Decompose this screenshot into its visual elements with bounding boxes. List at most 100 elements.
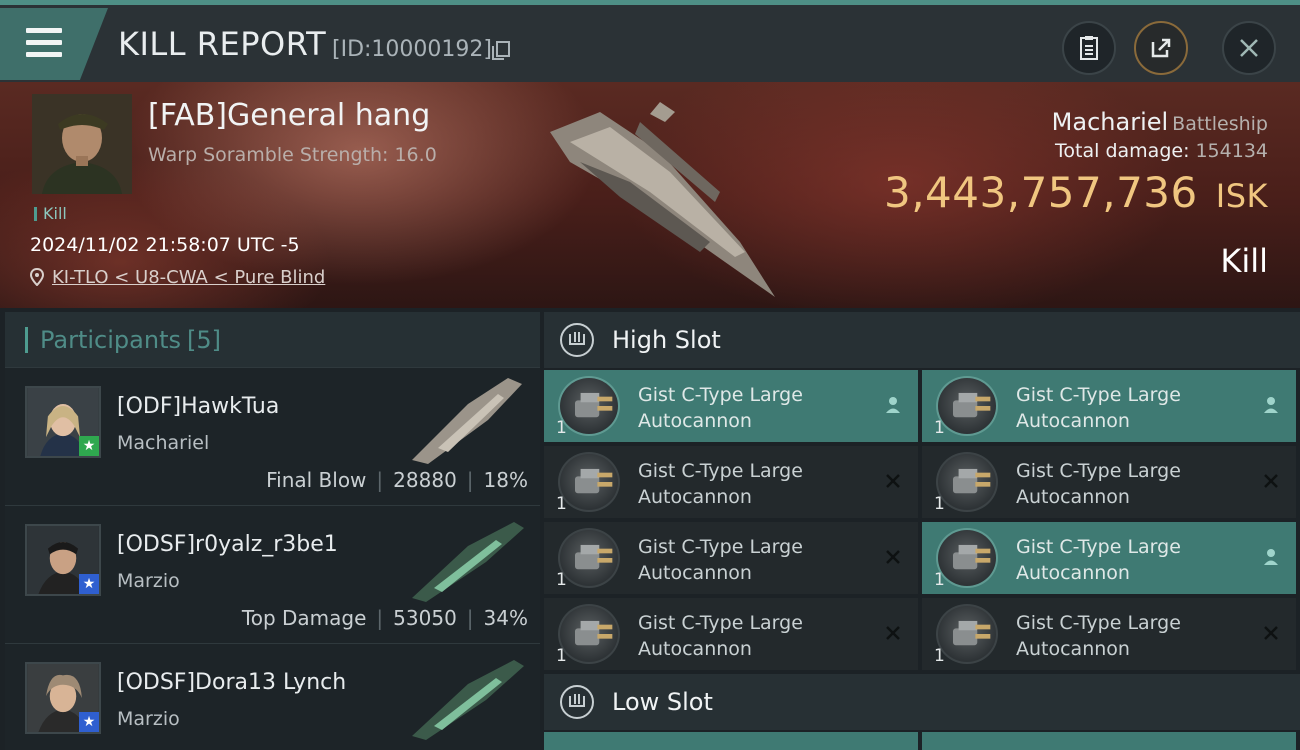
- kill-banner: [FAB]General hang Warp Soramble Strength…: [0, 82, 1300, 308]
- module-quantity: 1: [556, 494, 567, 514]
- participant-ship-image: [412, 522, 524, 602]
- participants-count: [5]: [186, 325, 221, 354]
- kill-tag: Kill: [34, 204, 67, 223]
- module-quantity: 1: [556, 646, 567, 666]
- module-name-line1: Gist C-Type Large: [1016, 384, 1181, 406]
- participant-name: [ODSF]r0yalz_r3be1: [117, 532, 338, 557]
- result-label: Kill: [1220, 242, 1268, 280]
- share-button[interactable]: [1134, 21, 1188, 75]
- copy-icon[interactable]: [491, 41, 510, 60]
- close-button[interactable]: [1222, 21, 1276, 75]
- low-slot-header: Low Slot: [544, 674, 1300, 730]
- participant-ship: Marzio: [117, 708, 180, 730]
- low-slot-module[interactable]: [544, 732, 918, 750]
- module-quantity: 1: [556, 418, 567, 438]
- module-name-line1: Gist C-Type Large: [638, 460, 803, 482]
- high-slot-module[interactable]: 1 Gist C-Type Large Autocannon: [922, 522, 1296, 594]
- fitting-panel[interactable]: High Slot 1 Gist C-Type Large Autocannon 1 G…: [544, 312, 1300, 750]
- module-name: Gist C-Type Large Autocannon: [638, 610, 858, 662]
- participant-ship-image: [412, 378, 522, 464]
- module-name-line2: Autocannon: [1016, 638, 1130, 660]
- dropped-person-icon: [882, 394, 904, 416]
- high-slot-module[interactable]: 1 Gist C-Type Large Autocannon: [922, 446, 1296, 518]
- victim-name: [FAB]General hang: [148, 98, 431, 133]
- participant-avatar: ★: [25, 662, 101, 734]
- participant-ship-image: [412, 660, 524, 740]
- warp-scramble-strength: Warp Soramble Strength: 16.0: [148, 144, 437, 166]
- module-quantity: 1: [934, 570, 945, 590]
- victim-ship-image: [550, 102, 775, 297]
- autocannon-icon: [558, 604, 620, 664]
- isk-value: 3,443,757,736 ISK: [884, 168, 1268, 217]
- autocannon-icon: [936, 604, 998, 664]
- high-slot-module[interactable]: 1 Gist C-Type Large Autocannon: [544, 370, 918, 442]
- high-slot-module[interactable]: 1 Gist C-Type Large Autocannon: [544, 446, 918, 518]
- damage-value: 154134: [1195, 140, 1268, 162]
- low-slot-grid: [544, 732, 1300, 750]
- module-name-line2: Autocannon: [638, 486, 752, 508]
- victim-ship: Machariel Battleship: [1052, 108, 1268, 136]
- kill-location[interactable]: KI-TLO < U8-CWA < Pure Blind: [30, 267, 325, 288]
- high-slot-module[interactable]: 1 Gist C-Type Large Autocannon: [544, 598, 918, 670]
- destroyed-x-icon: [1260, 622, 1282, 644]
- module-name-line2: Autocannon: [638, 410, 752, 432]
- module-name: Gist C-Type Large Autocannon: [638, 382, 858, 434]
- participant-role: Final Blow: [266, 468, 367, 492]
- isk-amount: 3,443,757,736: [883, 168, 1198, 217]
- star-icon: ★: [79, 712, 99, 732]
- autocannon-icon: [558, 528, 620, 588]
- module-name: Gist C-Type Large Autocannon: [1016, 458, 1236, 510]
- participant-row[interactable]: ★ [ODF]HawkTua Machariel Final Blow | 2888…: [5, 368, 540, 506]
- participant-name: [ODF]HawkTua: [117, 394, 280, 419]
- ship-name: Machariel: [1051, 108, 1169, 136]
- participant-percent: 34%: [483, 606, 528, 630]
- participant-row[interactable]: ★ [ODSF]Dora13 Lynch Marzio: [5, 644, 540, 750]
- star-icon: ★: [79, 436, 99, 456]
- high-slot-grid: 1 Gist C-Type Large Autocannon 1 Gist C-Type…: [544, 368, 1300, 670]
- autocannon-icon: [558, 376, 620, 436]
- module-name-line1: Gist C-Type Large: [1016, 612, 1181, 634]
- location-pin-icon: [30, 268, 44, 286]
- module-quantity: 1: [556, 570, 567, 590]
- clipboard-button[interactable]: [1062, 21, 1116, 75]
- high-slot-label: High Slot: [612, 326, 721, 354]
- module-name-line2: Autocannon: [638, 562, 752, 584]
- menu-button[interactable]: [0, 8, 108, 80]
- participant-stats: Top Damage | 53050 | 34%: [241, 606, 528, 630]
- high-slot-module[interactable]: 1 Gist C-Type Large Autocannon: [544, 522, 918, 594]
- high-slot-module[interactable]: 1 Gist C-Type Large Autocannon: [922, 598, 1296, 670]
- participant-ship: Marzio: [117, 570, 180, 592]
- hamburger-icon: [26, 28, 62, 58]
- victim-avatar: [32, 94, 132, 194]
- module-name-line2: Autocannon: [1016, 486, 1130, 508]
- high-slot-module[interactable]: 1 Gist C-Type Large Autocannon: [922, 370, 1296, 442]
- module-name-line1: Gist C-Type Large: [638, 384, 803, 406]
- destroyed-x-icon: [882, 622, 904, 644]
- module-name-line2: Autocannon: [638, 638, 752, 660]
- module-quantity: 1: [934, 646, 945, 666]
- kill-timestamp: 2024/11/02 21:58:07 UTC -5: [30, 234, 300, 256]
- participant-row[interactable]: ★ [ODSF]r0yalz_r3be1 Marzio Top Damage | 5…: [5, 506, 540, 644]
- total-damage: Total damage: 154134: [1055, 140, 1268, 162]
- dropped-person-icon: [1260, 394, 1282, 416]
- clipboard-icon: [1080, 36, 1098, 60]
- location-link[interactable]: KI-TLO < U8-CWA < Pure Blind: [52, 267, 325, 288]
- autocannon-icon: [936, 452, 998, 512]
- star-icon: ★: [79, 574, 99, 594]
- module-quantity: 1: [934, 418, 945, 438]
- damage-label: Total damage:: [1055, 140, 1190, 162]
- participant-ship: Machariel: [117, 432, 210, 454]
- dropped-person-icon: [1260, 546, 1282, 568]
- low-slot-module[interactable]: [922, 732, 1296, 750]
- module-quantity: 1: [934, 494, 945, 514]
- module-name-line1: Gist C-Type Large: [638, 536, 803, 558]
- module-name-line1: Gist C-Type Large: [1016, 536, 1181, 558]
- victim-portrait[interactable]: [32, 94, 132, 194]
- ship-class: Battleship: [1172, 113, 1268, 135]
- participant-stats: Final Blow | 28880 | 18%: [266, 468, 528, 492]
- autocannon-icon: [936, 376, 998, 436]
- participants-panel[interactable]: Participants [5] ★ [ODF]HawkTua Machariel…: [5, 312, 540, 750]
- module-name: Gist C-Type Large Autocannon: [1016, 382, 1236, 434]
- module-name: Gist C-Type Large Autocannon: [1016, 534, 1236, 586]
- participant-avatar: ★: [25, 524, 101, 596]
